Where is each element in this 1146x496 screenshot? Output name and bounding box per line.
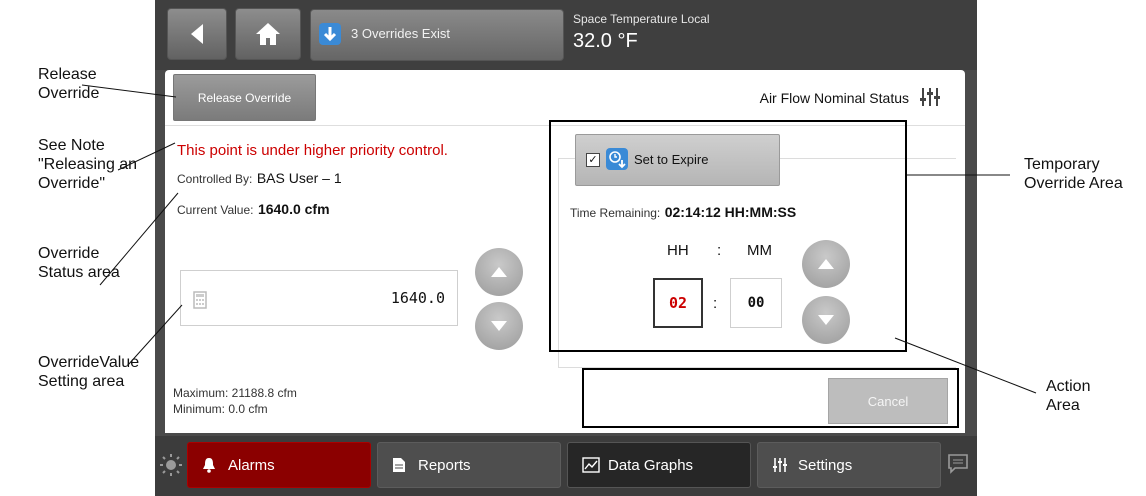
callout-override-value: OverrideValue Setting area [38, 354, 140, 390]
callout-see-note: See Note "Releasing an Override" [38, 137, 138, 192]
callout-temporary-override: Temporary Override Area [1024, 156, 1123, 192]
callout-release-override: Release Override [38, 66, 100, 102]
callout-override-status: Override Status area [38, 245, 120, 281]
callout-leader-lines [81, 84, 1037, 394]
callout-action-area: Action Area [1046, 378, 1091, 414]
